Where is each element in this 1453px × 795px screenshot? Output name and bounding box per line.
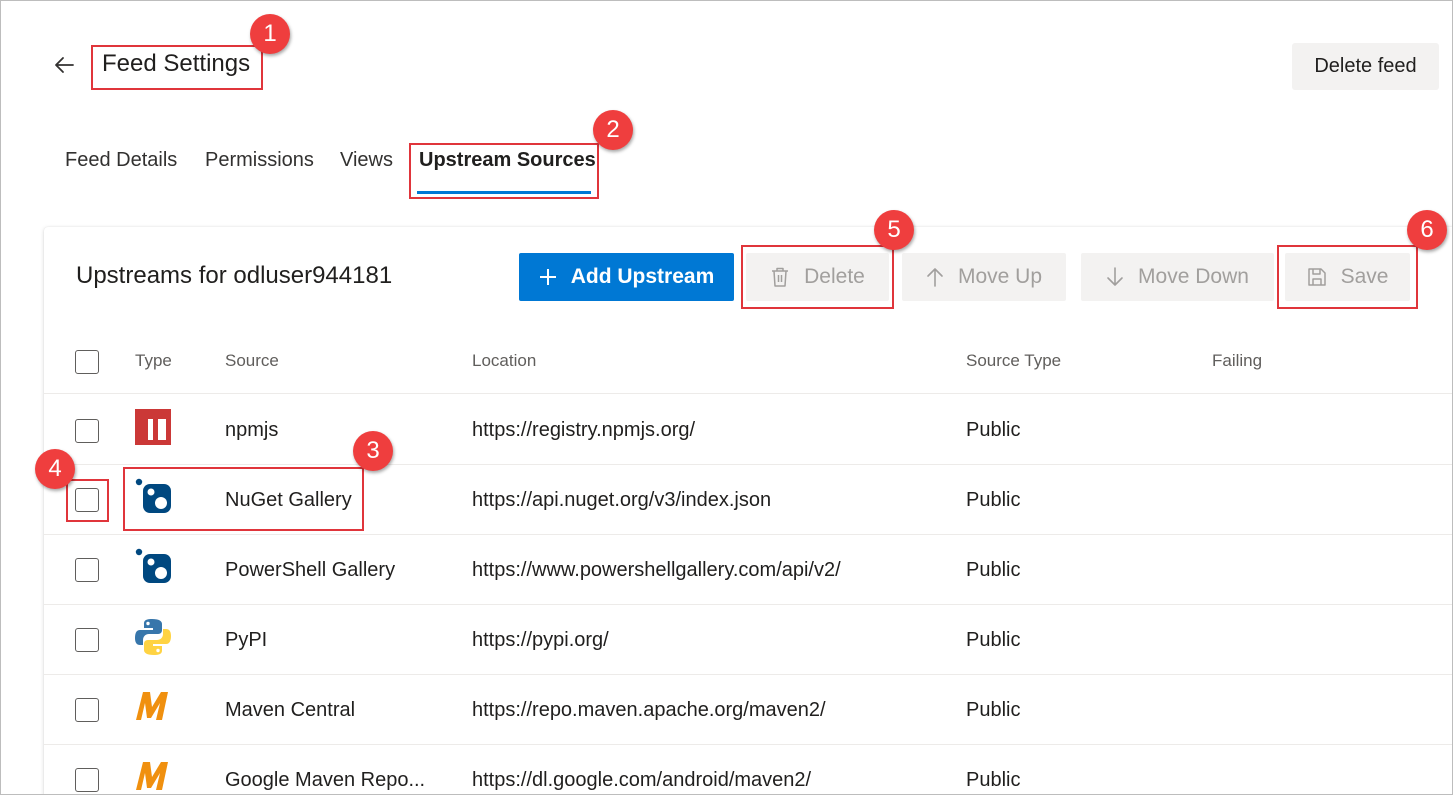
row-checkbox[interactable] xyxy=(75,698,99,722)
annotation-badge-2: 2 xyxy=(593,110,633,150)
row-checkbox[interactable] xyxy=(75,628,99,652)
tab-views[interactable]: Views xyxy=(340,149,393,172)
source-cell: Maven Central xyxy=(225,699,356,721)
location-cell: https://api.nuget.org/v3/index.json xyxy=(472,489,772,511)
nuget-icon xyxy=(135,548,171,583)
source-type-cell: Public xyxy=(966,629,1021,651)
annotation-badge-1: 1 xyxy=(250,14,290,54)
annotation-box-title xyxy=(91,45,263,90)
row-checkbox[interactable] xyxy=(75,419,99,443)
row-checkbox[interactable] xyxy=(75,558,99,582)
card-title: Upstreams for odluser944181 xyxy=(76,262,393,289)
column-header-source-type[interactable]: Source Type xyxy=(966,351,1061,371)
annotation-badge-3: 3 xyxy=(353,431,393,471)
source-cell: PowerShell Gallery xyxy=(225,559,396,581)
maven-icon xyxy=(136,762,168,790)
npm-icon xyxy=(135,409,171,445)
maven-icon xyxy=(136,692,168,720)
source-type-cell: Public xyxy=(966,769,1021,791)
annotation-badge-6: 6 xyxy=(1407,210,1447,250)
python-icon xyxy=(135,619,171,655)
source-type-cell: Public xyxy=(966,699,1021,721)
column-header-source[interactable]: Source xyxy=(225,351,279,371)
feed-settings-page: Feed Settings Delete feed Feed Details P… xyxy=(0,0,1453,795)
column-header-location[interactable]: Location xyxy=(472,351,536,371)
annotation-box-nuget-row xyxy=(123,467,364,531)
location-cell: https://pypi.org/ xyxy=(472,629,609,651)
delete-feed-button[interactable]: Delete feed xyxy=(1292,43,1439,90)
add-upstream-label: Add Upstream xyxy=(570,265,715,288)
location-cell: https://repo.maven.apache.org/maven2/ xyxy=(472,699,826,721)
annotation-box-delete xyxy=(741,245,894,309)
tab-feed-details[interactable]: Feed Details xyxy=(65,149,177,172)
column-header-type[interactable]: Type xyxy=(135,351,172,371)
tab-permissions[interactable]: Permissions xyxy=(205,149,314,172)
annotation-badge-5: 5 xyxy=(874,210,914,250)
move-up-label: Move Up xyxy=(957,265,1043,288)
back-arrow-icon[interactable] xyxy=(53,54,75,76)
arrow-up-icon xyxy=(927,268,943,287)
annotation-box-row-checkbox xyxy=(66,479,109,522)
move-down-button[interactable]: Move Down xyxy=(1081,253,1274,301)
source-type-cell: Public xyxy=(966,559,1021,581)
annotation-badge-4: 4 xyxy=(35,449,75,489)
arrow-down-icon xyxy=(1107,267,1123,286)
move-down-label: Move Down xyxy=(1138,265,1249,288)
source-cell: npmjs xyxy=(225,419,279,441)
location-cell: https://dl.google.com/android/maven2/ xyxy=(472,769,812,791)
select-all-checkbox[interactable] xyxy=(75,350,99,374)
annotation-box-save xyxy=(1277,245,1418,309)
location-cell: https://registry.npmjs.org/ xyxy=(472,419,696,441)
add-upstream-button[interactable]: Add Upstream xyxy=(519,253,734,301)
plus-icon xyxy=(539,269,556,285)
annotation-box-upstream-tab xyxy=(409,143,599,199)
location-cell: https://www.powershellgallery.com/api/v2… xyxy=(472,559,841,581)
source-type-cell: Public xyxy=(966,419,1021,441)
move-up-button[interactable]: Move Up xyxy=(902,253,1066,301)
row-checkbox[interactable] xyxy=(75,768,99,792)
source-cell: PyPI xyxy=(225,629,268,651)
source-type-cell: Public xyxy=(966,489,1021,511)
column-header-failing[interactable]: Failing xyxy=(1212,351,1262,371)
source-cell: Google Maven Repo... xyxy=(225,769,426,791)
